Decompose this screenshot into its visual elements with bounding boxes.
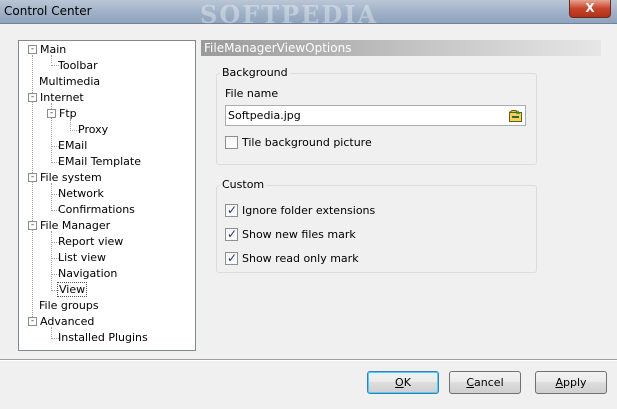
- tree-item-file-system[interactable]: - File system: [28, 170, 103, 186]
- tree-item-multimedia[interactable]: Multimedia: [38, 74, 101, 90]
- file-name-field[interactable]: [225, 105, 526, 126]
- apply-mnemonic: A: [555, 376, 563, 389]
- ok-label-rest: K: [403, 376, 411, 389]
- checkbox-box[interactable]: ✓: [225, 227, 238, 241]
- title-bar[interactable]: Control Center SOFTPEDIA X: [0, 0, 617, 29]
- check-icon: ✓: [227, 251, 238, 265]
- tree-item-label: Installed Plugins: [58, 331, 148, 344]
- check-icon: ✓: [227, 203, 238, 217]
- file-name-input[interactable]: [226, 106, 496, 125]
- close-button[interactable]: X: [569, 0, 611, 18]
- tree-item-label: Network: [58, 187, 104, 200]
- tree-item-file-manager[interactable]: - File Manager: [28, 218, 111, 234]
- cancel-button[interactable]: Cancel: [449, 371, 521, 394]
- show-read-only-mark-label: Show read only mark: [242, 252, 359, 265]
- tree-line: [51, 231, 52, 291]
- tree-item-toolbar[interactable]: Toolbar: [57, 58, 99, 74]
- tree-item-label: File groups: [39, 299, 99, 312]
- checkbox-box[interactable]: ✓: [225, 203, 238, 217]
- file-name-label: File name: [225, 87, 279, 100]
- collapse-icon[interactable]: -: [28, 45, 37, 54]
- tree-item-network[interactable]: Network: [57, 186, 105, 202]
- tree-item-confirmations[interactable]: Confirmations: [57, 202, 136, 218]
- show-new-files-mark-label: Show new files mark: [242, 228, 356, 241]
- tree-item-label: Proxy: [78, 123, 109, 136]
- tree-item-label: Advanced: [40, 315, 95, 328]
- tree-item-ftp[interactable]: - Ftp: [47, 106, 78, 122]
- tree-item-label: View: [57, 282, 88, 297]
- tree-item-report-view[interactable]: Report view: [57, 234, 124, 250]
- check-icon: ✓: [227, 227, 238, 241]
- collapse-icon[interactable]: -: [28, 93, 37, 102]
- tree-item-label: File system: [40, 171, 102, 184]
- tree-item-list-view[interactable]: List view: [57, 250, 107, 266]
- checkbox-box[interactable]: [225, 136, 238, 149]
- checkbox-box[interactable]: ✓: [225, 251, 238, 265]
- tree-item-email[interactable]: EMail: [57, 138, 88, 154]
- tree-item-view[interactable]: View: [57, 282, 88, 298]
- tree-item-label: EMail Template: [58, 155, 141, 168]
- panel-header: FileManagerViewOptions: [201, 40, 601, 56]
- collapse-icon[interactable]: -: [28, 173, 37, 182]
- ok-button[interactable]: OK: [367, 371, 439, 394]
- custom-group-title: Custom: [220, 178, 267, 191]
- collapse-icon[interactable]: -: [28, 317, 37, 326]
- window-title: Control Center: [4, 4, 92, 18]
- settings-tree[interactable]: - Main Toolbar Multimedia - Internet - F…: [18, 40, 196, 351]
- ignore-folder-extensions-label: Ignore folder extensions: [242, 204, 376, 217]
- ok-mnemonic: O: [395, 376, 404, 389]
- tree-item-email-template[interactable]: EMail Template: [57, 154, 142, 170]
- tree-item-internet[interactable]: - Internet: [28, 90, 85, 106]
- apply-label-rest: pply: [563, 376, 587, 389]
- tree-item-label: Navigation: [58, 267, 118, 280]
- background-group-title: Background: [220, 66, 290, 79]
- tree-item-navigation[interactable]: Navigation: [57, 266, 118, 282]
- tree-item-file-groups[interactable]: File groups: [38, 298, 100, 314]
- cancel-label-rest: ancel: [474, 376, 504, 389]
- tree-item-label: File Manager: [40, 219, 111, 232]
- tree-item-label: Toolbar: [58, 59, 98, 72]
- collapse-icon[interactable]: -: [47, 109, 56, 118]
- tree-item-label: Main: [40, 43, 67, 56]
- tree-item-label: Multimedia: [39, 75, 101, 88]
- tile-background-label: Tile background picture: [242, 136, 372, 149]
- tree-item-installed-plugins[interactable]: Installed Plugins: [57, 330, 149, 346]
- collapse-icon[interactable]: -: [28, 221, 37, 230]
- apply-button[interactable]: Apply: [535, 371, 607, 394]
- tree-item-main[interactable]: - Main: [28, 42, 67, 58]
- tree-item-advanced[interactable]: - Advanced: [28, 314, 95, 330]
- tree-item-proxy[interactable]: Proxy: [77, 122, 109, 138]
- tree-item-label: Report view: [58, 235, 124, 248]
- watermark: SOFTPEDIA: [200, 0, 379, 29]
- cancel-mnemonic: C: [466, 376, 475, 389]
- tree-item-label: Ftp: [59, 107, 77, 120]
- tree-item-label: List view: [58, 251, 107, 264]
- tree-item-label: Internet: [40, 91, 84, 104]
- footer-separator: [0, 359, 617, 361]
- folder-open-icon[interactable]: [508, 108, 523, 123]
- close-icon: X: [585, 1, 595, 15]
- tree-item-label: EMail: [58, 139, 88, 152]
- tree-item-label: Confirmations: [58, 203, 135, 216]
- tree-line: [51, 183, 52, 211]
